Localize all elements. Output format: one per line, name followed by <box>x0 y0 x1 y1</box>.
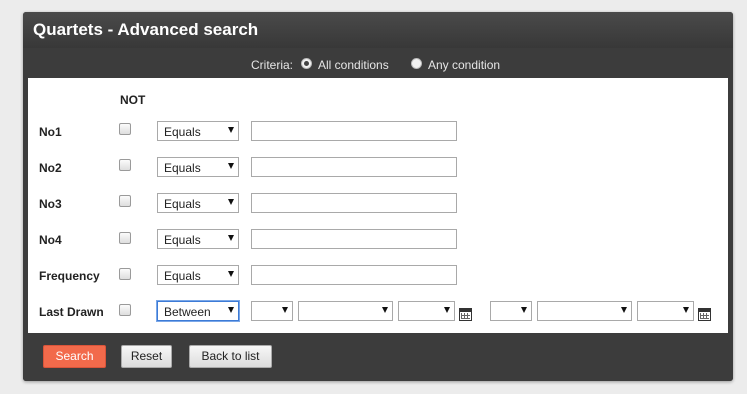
operator-value: Between <box>164 305 211 319</box>
value-input-no2[interactable] <box>251 157 457 177</box>
chevron-down-icon <box>621 307 627 313</box>
value-input-frequency[interactable] <box>251 265 457 285</box>
chevron-down-icon <box>444 307 450 313</box>
not-column-header: NOT <box>120 93 146 107</box>
operator-select-no2[interactable]: Equals <box>157 157 239 177</box>
radio-any-condition-label[interactable]: Any condition <box>428 58 500 72</box>
from-year-select[interactable] <box>398 301 455 321</box>
back-to-list-button[interactable]: Back to list <box>189 345 272 368</box>
operator-select-no4[interactable]: Equals <box>157 229 239 249</box>
row-label-no3: No3 <box>39 197 62 211</box>
chevron-down-icon <box>282 307 288 313</box>
radio-any-condition[interactable] <box>411 58 422 69</box>
chevron-down-icon <box>228 307 234 313</box>
operator-select-no1[interactable]: Equals <box>157 121 239 141</box>
row-label-no2: No2 <box>39 161 62 175</box>
chevron-down-icon <box>228 199 234 205</box>
search-form: NOT No1 Equals No2 Equals No3 Equals No4… <box>28 78 728 333</box>
not-checkbox-no1[interactable] <box>119 123 131 135</box>
search-button[interactable]: Search <box>43 345 106 368</box>
from-day-select[interactable] <box>251 301 293 321</box>
button-bar: Search Reset Back to list <box>23 333 733 381</box>
operator-value: Equals <box>164 125 201 139</box>
calendar-icon[interactable] <box>459 308 472 321</box>
criteria-label: Criteria: <box>251 58 294 72</box>
from-month-select[interactable] <box>298 301 393 321</box>
calendar-icon[interactable] <box>698 308 711 321</box>
row-label-frequency: Frequency <box>39 269 100 283</box>
not-checkbox-no4[interactable] <box>119 232 131 244</box>
value-input-no1[interactable] <box>251 121 457 141</box>
advanced-search-panel: Quartets - Advanced search Criteria: All… <box>23 12 733 381</box>
radio-all-conditions-label[interactable]: All conditions <box>318 58 389 72</box>
operator-select-no3[interactable]: Equals <box>157 193 239 213</box>
not-checkbox-frequency[interactable] <box>119 268 131 280</box>
operator-select-frequency[interactable]: Equals <box>157 265 239 285</box>
reset-button[interactable]: Reset <box>121 345 172 368</box>
row-label-no4: No4 <box>39 233 62 247</box>
chevron-down-icon <box>683 307 689 313</box>
to-day-select[interactable] <box>490 301 532 321</box>
chevron-down-icon <box>521 307 527 313</box>
chevron-down-icon <box>228 271 234 277</box>
operator-value: Equals <box>164 233 201 247</box>
page-title: Quartets - Advanced search <box>33 20 259 39</box>
title-bar: Quartets - Advanced search <box>23 12 733 48</box>
operator-value: Equals <box>164 269 201 283</box>
operator-value: Equals <box>164 161 201 175</box>
chevron-down-icon <box>382 307 388 313</box>
to-month-select[interactable] <box>537 301 632 321</box>
operator-value: Equals <box>164 197 201 211</box>
not-checkbox-no3[interactable] <box>119 195 131 207</box>
operator-select-last-drawn[interactable]: Between <box>157 301 239 321</box>
radio-all-conditions[interactable] <box>301 58 312 69</box>
value-input-no3[interactable] <box>251 193 457 213</box>
criteria-bar: Criteria: All conditions Any condition <box>23 48 733 78</box>
chevron-down-icon <box>228 127 234 133</box>
chevron-down-icon <box>228 235 234 241</box>
row-label-no1: No1 <box>39 125 62 139</box>
value-input-no4[interactable] <box>251 229 457 249</box>
to-year-select[interactable] <box>637 301 694 321</box>
not-checkbox-last-drawn[interactable] <box>119 304 131 316</box>
not-checkbox-no2[interactable] <box>119 159 131 171</box>
row-label-last-drawn: Last Drawn <box>39 305 104 319</box>
chevron-down-icon <box>228 163 234 169</box>
